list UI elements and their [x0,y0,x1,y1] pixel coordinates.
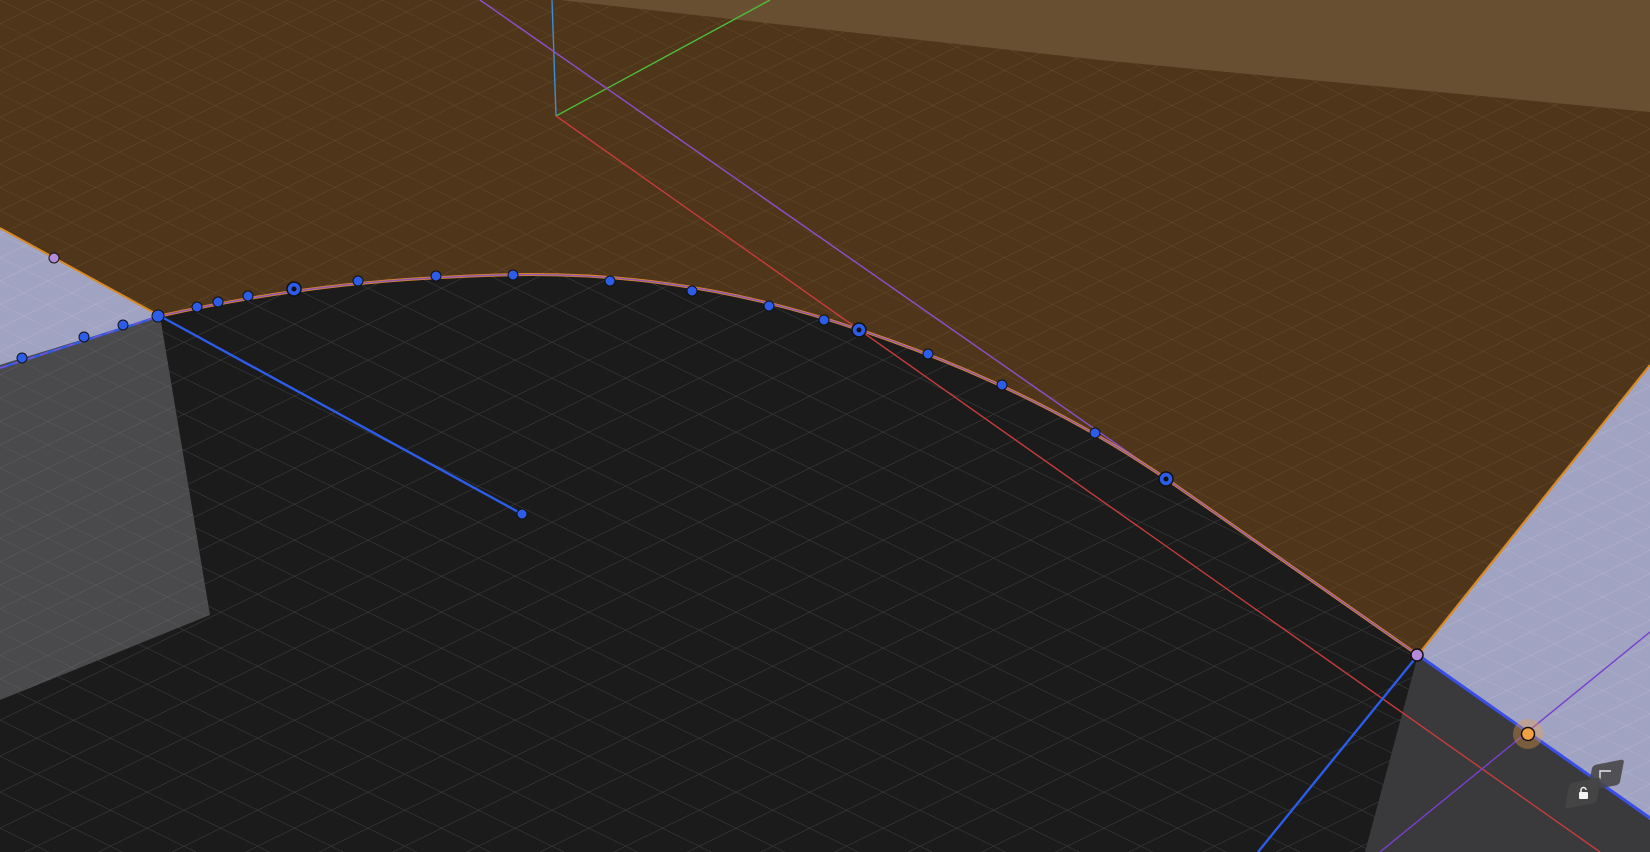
spline-point[interactable] [604,275,616,287]
tangent-handle-point[interactable] [516,508,528,520]
spline-point[interactable] [191,301,203,313]
spline-point[interactable] [507,269,519,281]
spline-point[interactable] [16,352,28,364]
spline-point[interactable] [212,296,224,308]
spline-point[interactable] [78,331,90,343]
spline-point[interactable] [117,319,129,331]
spline-point[interactable] [996,379,1008,391]
corner-vertex[interactable] [1410,648,1424,662]
spline-point[interactable] [922,348,934,360]
spline-point[interactable] [430,270,442,282]
lock-constraint-icon [1579,786,1588,799]
sketch-scene[interactable] [0,0,1650,852]
spline-point[interactable] [1089,427,1101,439]
3d-viewport[interactable] [0,0,1650,852]
spline-point[interactable] [763,300,775,312]
spline-endpoint[interactable] [151,309,165,323]
spline-point[interactable] [242,290,254,302]
spline-point[interactable] [352,275,364,287]
active-point[interactable] [1513,719,1543,749]
spline-point[interactable] [818,314,830,326]
spline-point[interactable] [686,285,698,297]
plane-corner-point[interactable] [48,252,60,264]
